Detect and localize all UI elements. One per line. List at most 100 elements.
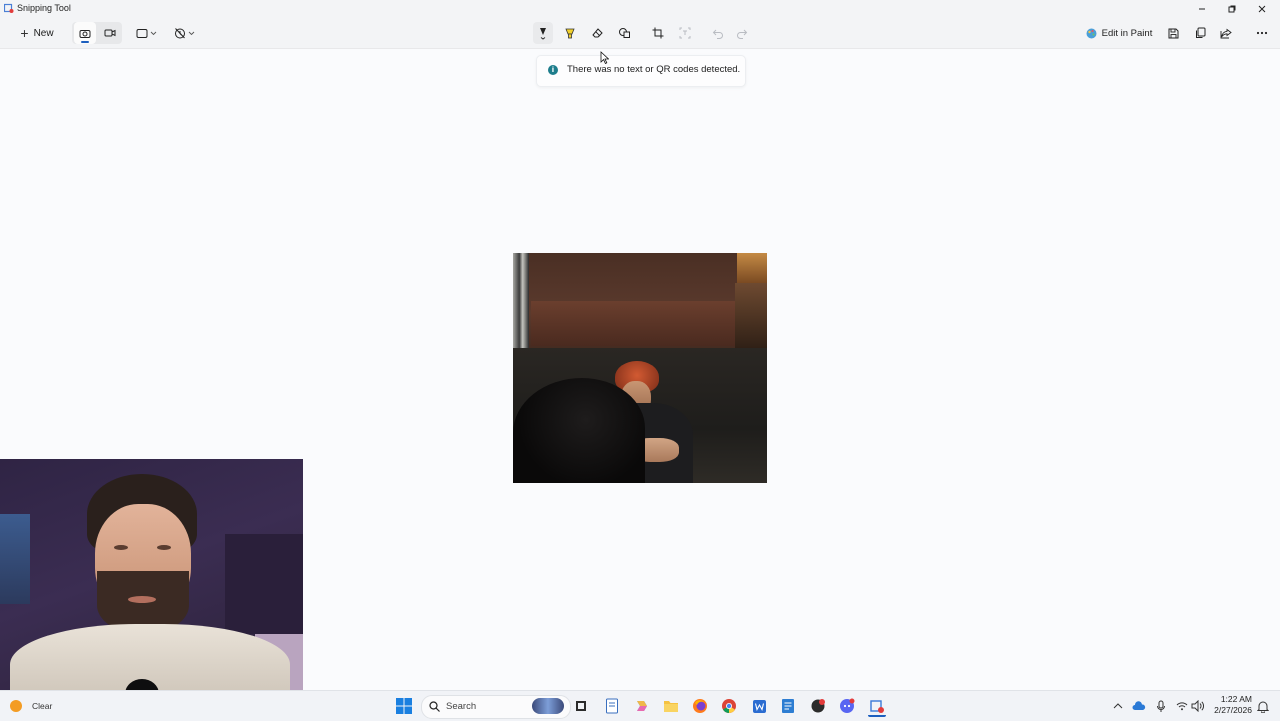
- save-icon: [1168, 28, 1178, 38]
- share-icon: [1220, 28, 1232, 38]
- cloud-icon: [1132, 701, 1146, 710]
- taskbar-snipping-tool[interactable]: [868, 697, 886, 717]
- redo-button[interactable]: [732, 22, 752, 44]
- crop-icon: [652, 27, 664, 39]
- app-icon: [811, 699, 825, 713]
- save-button[interactable]: [1163, 22, 1183, 44]
- webcam-overlay: [0, 459, 303, 703]
- task-view-icon: [576, 701, 586, 711]
- copy-icon: [1195, 27, 1205, 38]
- taskbar-word[interactable]: [750, 697, 768, 715]
- text-detection-notification: i There was no text or QR codes detected…: [536, 55, 746, 87]
- new-button[interactable]: + New: [13, 22, 61, 44]
- undo-button[interactable]: [708, 22, 728, 44]
- text-actions-icon: [679, 27, 691, 39]
- weather-label: Clear: [32, 701, 53, 711]
- restore-icon: [1228, 5, 1236, 13]
- share-button[interactable]: [1216, 22, 1236, 44]
- minimize-button[interactable]: [1187, 0, 1217, 18]
- taskbar-firefox[interactable]: [691, 697, 709, 715]
- highlighter-tool[interactable]: [560, 22, 580, 44]
- chevron-up-icon: [1113, 703, 1123, 709]
- video-camera-icon: [104, 29, 116, 37]
- taskbar-notepad[interactable]: [603, 697, 621, 715]
- shapes-tool[interactable]: [614, 22, 634, 44]
- taskbar-chrome[interactable]: [720, 697, 738, 715]
- eraser-tool[interactable]: [587, 22, 607, 44]
- captured-snip-image[interactable]: [513, 253, 767, 483]
- weather-moon-icon: [10, 700, 22, 712]
- toolbar: + New Edit in Paint: [0, 18, 1280, 49]
- chrome-icon: [722, 699, 736, 713]
- rectangle-snip-icon: [136, 28, 157, 38]
- tray-microphone[interactable]: [1152, 697, 1170, 715]
- pen-icon: [540, 28, 546, 40]
- show-hidden-icons-button[interactable]: [1109, 697, 1127, 715]
- record-mode-button[interactable]: [99, 22, 121, 44]
- search-highlight-icon: [532, 698, 564, 714]
- taskbar-file-explorer[interactable]: [662, 697, 680, 715]
- search-icon: [429, 701, 440, 712]
- close-icon: [1258, 5, 1266, 13]
- tray-volume[interactable]: [1189, 697, 1207, 715]
- eraser-icon: [591, 28, 603, 38]
- notifications-button[interactable]: [1254, 697, 1272, 715]
- window-title: Snipping Tool: [17, 3, 71, 13]
- new-button-label: New: [33, 27, 54, 39]
- screenshot-mode-button[interactable]: [74, 22, 96, 44]
- windows-start-icon: [396, 698, 412, 714]
- folder-icon: [664, 701, 678, 712]
- minimize-icon: [1199, 8, 1205, 10]
- edit-in-paint-button[interactable]: Edit in Paint: [1083, 22, 1155, 44]
- text-actions-tool[interactable]: [675, 22, 695, 44]
- notes-icon: [782, 699, 794, 713]
- firefox-icon: [693, 699, 707, 713]
- wifi-icon: [1176, 702, 1188, 711]
- speaker-icon: [1191, 700, 1204, 712]
- more-icon: [1256, 31, 1268, 35]
- undo-icon: [712, 29, 723, 39]
- weather-widget[interactable]: Clear: [10, 700, 52, 712]
- taskbar-discord[interactable]: [838, 697, 856, 715]
- start-button[interactable]: [395, 697, 413, 715]
- notepad-icon: [606, 698, 618, 714]
- notification-message: There was no text or QR codes detected.: [567, 64, 741, 75]
- system-clock[interactable]: 1:22 AM 2/27/2026: [1208, 694, 1252, 716]
- taskbar: Clear Search 1:22 AM 2/27/2026: [0, 690, 1280, 721]
- search-placeholder: Search: [446, 701, 477, 712]
- ballpoint-pen-tool[interactable]: [533, 22, 553, 44]
- tray-onedrive[interactable]: [1130, 697, 1148, 715]
- mouse-cursor-icon: [600, 51, 609, 64]
- snipping-tool-app-icon: [4, 3, 14, 13]
- taskbar-copilot[interactable]: [633, 697, 651, 715]
- clock-time: 1:22 AM: [1220, 694, 1252, 704]
- clock-date: 2/27/2026: [1214, 705, 1252, 715]
- highlighter-icon: [565, 28, 575, 38]
- redo-icon: [737, 29, 748, 39]
- copilot-icon: [637, 701, 647, 711]
- crop-tool[interactable]: [648, 22, 668, 44]
- camera-icon: [79, 29, 91, 38]
- info-icon: i: [548, 65, 558, 75]
- taskbar-app[interactable]: [809, 697, 827, 715]
- snip-shape-dropdown[interactable]: [134, 22, 162, 44]
- snipping-tool-icon: [869, 699, 884, 713]
- discord-icon: [840, 698, 855, 713]
- more-options-button[interactable]: [1252, 22, 1272, 44]
- title-bar: Snipping Tool: [0, 0, 1280, 18]
- paint-palette-icon: [1086, 28, 1097, 38]
- word-icon: [752, 699, 766, 713]
- shapes-icon: [618, 28, 630, 38]
- microphone-icon: [1157, 700, 1165, 712]
- task-view-button[interactable]: [572, 697, 590, 715]
- bell-icon: [1257, 701, 1269, 713]
- no-timer-icon: [175, 28, 195, 39]
- plus-icon: +: [20, 25, 29, 41]
- copy-button[interactable]: [1190, 22, 1210, 44]
- restore-button[interactable]: [1217, 0, 1247, 18]
- close-button[interactable]: [1247, 0, 1277, 18]
- delay-timer-dropdown[interactable]: [172, 22, 200, 44]
- taskbar-notes[interactable]: [779, 697, 797, 715]
- edit-in-paint-label: Edit in Paint: [1101, 27, 1153, 39]
- taskbar-search[interactable]: Search: [421, 695, 571, 719]
